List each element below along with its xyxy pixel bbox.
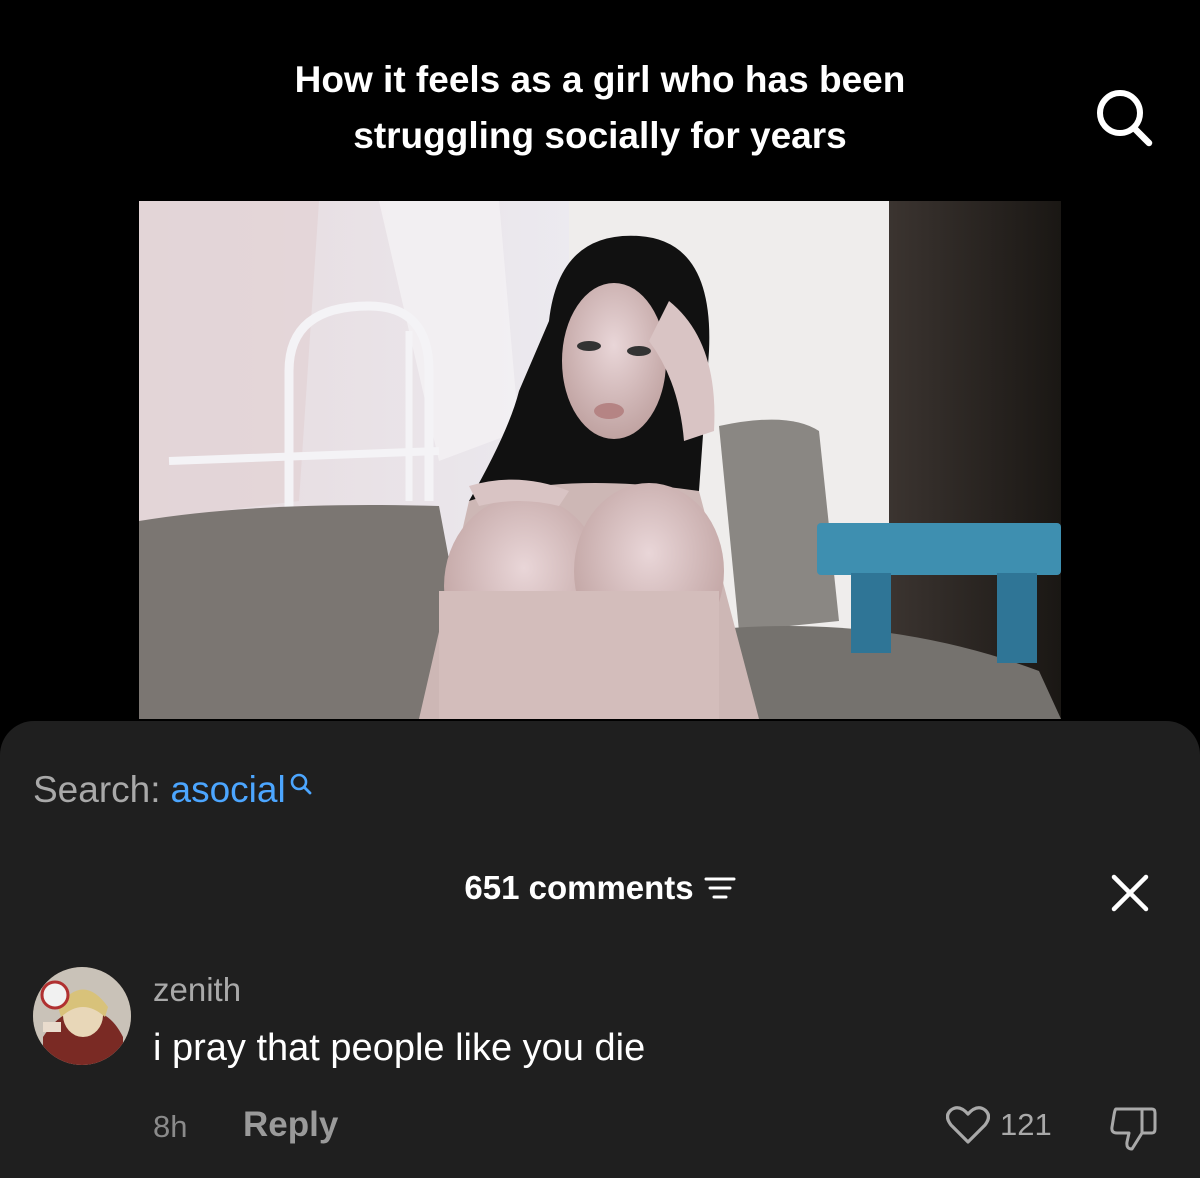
comment-text: i pray that people like you die — [153, 1027, 646, 1069]
comments-sort-button[interactable]: 651 comments — [464, 869, 736, 907]
avatar[interactable] — [33, 967, 131, 1065]
comment-count: 651 comments — [464, 869, 694, 906]
search-button[interactable] — [1092, 86, 1156, 150]
like-button[interactable]: 121 — [946, 1105, 1052, 1145]
heart-icon — [946, 1106, 990, 1144]
comment-timestamp: 8h — [153, 1109, 188, 1144]
comment-username[interactable]: zenith — [153, 971, 241, 1009]
blue-stool-top — [817, 523, 1061, 575]
video-frame[interactable] — [139, 201, 1061, 719]
blue-stool-leg-2 — [997, 573, 1037, 663]
video-caption: How it feels as a girl who has been stru… — [200, 52, 1000, 164]
caption-line-1: How it feels as a girl who has been — [294, 59, 906, 100]
dislike-button[interactable] — [1108, 1105, 1158, 1151]
comments-panel: Search: asocial 651 comments zenith i pr… — [0, 721, 1200, 1178]
sort-icon — [704, 877, 736, 899]
caption-line-2: struggling socially for years — [353, 115, 847, 156]
comments-header: 651 comments — [0, 869, 1200, 907]
search-icon — [290, 773, 312, 795]
related-search[interactable]: Search: asocial — [33, 769, 313, 811]
close-button[interactable] — [1108, 871, 1152, 915]
like-count: 121 — [1000, 1107, 1052, 1142]
related-search-term[interactable]: asocial — [171, 769, 286, 811]
blue-stool-leg — [851, 573, 891, 653]
video-scene — [139, 201, 1061, 719]
reply-button[interactable]: Reply — [243, 1105, 338, 1145]
related-search-label: Search: — [33, 769, 161, 810]
close-icon — [1111, 874, 1149, 912]
search-icon — [1097, 90, 1153, 147]
avatar-image — [33, 967, 131, 1065]
thumbs-down-icon — [1110, 1107, 1157, 1151]
